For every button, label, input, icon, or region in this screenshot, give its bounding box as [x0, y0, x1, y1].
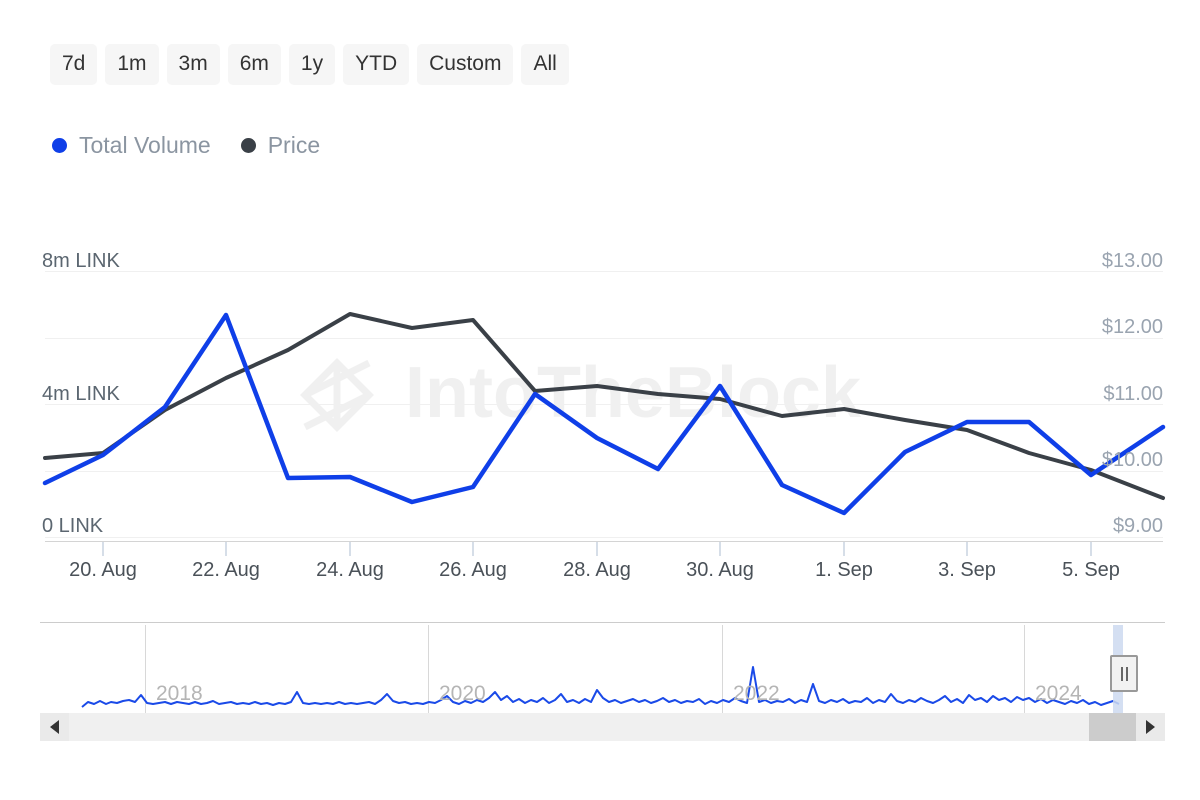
navigator-year-label: 2024 [1035, 682, 1082, 706]
scroll-right-button[interactable] [1136, 713, 1165, 741]
navigator-year-label: 2018 [156, 682, 203, 706]
x-axis-tick-label: 24. Aug [290, 559, 410, 582]
gridlines [45, 272, 1163, 538]
chevron-left-icon [50, 720, 59, 734]
y-axis-left-tick-4m: 4m LINK [42, 383, 120, 406]
scrollbar-thumb[interactable] [1089, 713, 1136, 741]
scroll-left-button[interactable] [40, 713, 69, 741]
x-axis-tick-label: 5. Sep [1031, 559, 1151, 582]
x-axis-tick-label: 30. Aug [660, 559, 780, 582]
y-axis-right-tick-12: $12.00 [1102, 316, 1163, 339]
grip-line-icon [1121, 667, 1123, 681]
y-axis-right-tick-11: $11.00 [1103, 383, 1163, 406]
y-axis-left-tick-0: 0 LINK [42, 515, 103, 538]
navigator-year-label: 2020 [439, 682, 486, 706]
chevron-right-icon [1146, 720, 1155, 734]
x-axis-tick-label: 1. Sep [784, 559, 904, 582]
chart-scrollbar[interactable] [40, 713, 1165, 741]
chart-navigator[interactable]: 2018 2020 2022 2024 [40, 622, 1165, 714]
grip-line-icon [1126, 667, 1128, 681]
x-axis-tick-label: 28. Aug [537, 559, 657, 582]
navigator-series [40, 622, 1165, 714]
scrollbar-track[interactable] [40, 713, 1165, 741]
y-axis-left-tick-8m: 8m LINK [42, 250, 120, 273]
x-axis-tick-label: 20. Aug [43, 559, 163, 582]
x-tick-marks [103, 542, 1091, 556]
y-axis-right-tick-9: $9.00 [1113, 515, 1163, 538]
y-axis-right-tick-10: $10.00 [1102, 449, 1163, 472]
chart-plot [0, 0, 1200, 600]
navigator-right-handle[interactable] [1110, 655, 1138, 692]
navigator-year-label: 2022 [733, 682, 780, 706]
y-axis-right-tick-13: $13.00 [1102, 250, 1163, 273]
x-axis-tick-label: 22. Aug [166, 559, 286, 582]
series-line-total-volume [45, 315, 1163, 513]
x-axis-tick-label: 26. Aug [413, 559, 533, 582]
series-line-price [45, 314, 1163, 498]
navigator-line-total-volume [82, 667, 1119, 707]
x-axis-tick-label: 3. Sep [907, 559, 1027, 582]
